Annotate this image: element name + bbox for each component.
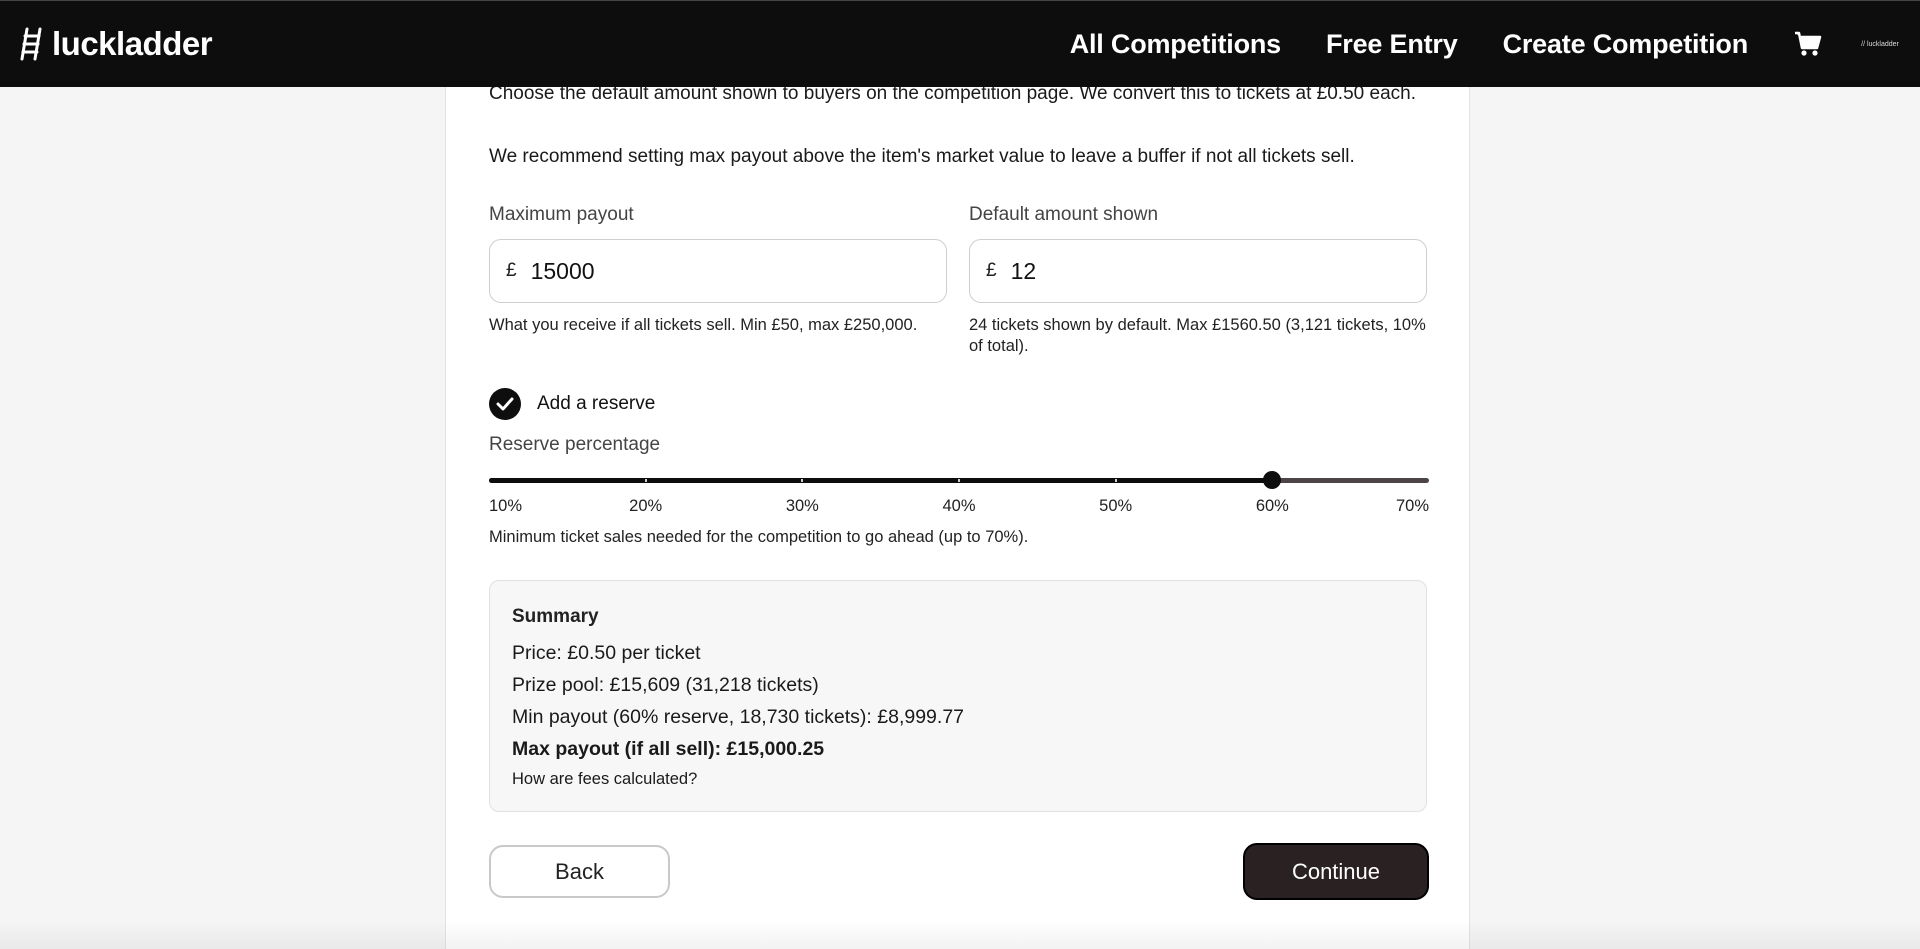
slider-tick bbox=[644, 479, 647, 482]
default-amount-help: 24 tickets shown by default. Max £1560.5… bbox=[969, 316, 1426, 355]
nav-create-competition[interactable]: Create Competition bbox=[1503, 29, 1749, 60]
max-payout-input[interactable] bbox=[530, 257, 891, 285]
summary-max-payout: Max payout (if all sell): £15,000.25 bbox=[512, 738, 825, 760]
nav-free-entry[interactable]: Free Entry bbox=[1326, 29, 1458, 60]
max-payout-field[interactable]: £ bbox=[489, 239, 947, 303]
slider-thumb[interactable] bbox=[1263, 471, 1282, 489]
summary-title: Summary bbox=[512, 606, 599, 627]
slider-tick bbox=[1114, 479, 1117, 482]
currency-symbol: £ bbox=[986, 260, 997, 281]
slider-tick-label: 50% bbox=[1099, 497, 1133, 515]
back-button[interactable]: Back bbox=[489, 845, 670, 898]
fees-link[interactable]: How are fees calculated? bbox=[512, 770, 697, 789]
reserve-checkbox[interactable]: Add a reserve bbox=[489, 388, 655, 420]
slider-tick-label: 20% bbox=[629, 497, 663, 515]
reserve-checkbox-label: Add a reserve bbox=[537, 393, 656, 414]
max-payout-help: What you receive if all tickets sell. Mi… bbox=[489, 316, 918, 334]
slider-tick bbox=[801, 479, 804, 482]
checkbox-checked-icon bbox=[489, 388, 521, 420]
cart-button[interactable] bbox=[1794, 31, 1822, 57]
slider-fill bbox=[489, 478, 1273, 483]
slider-tick-label: 70% bbox=[1395, 497, 1429, 515]
slider-tick-label: 60% bbox=[1255, 497, 1289, 515]
nav-links: All Competitions Free Entry Create Compe… bbox=[1025, 1, 1902, 87]
reserve-percentage-label: Reserve percentage bbox=[489, 434, 661, 455]
account-logo[interactable]: // luckladder bbox=[1858, 41, 1902, 48]
top-navbar: luckladder All Competitions Free Entry C… bbox=[0, 0, 1920, 87]
slider-tick-label: 40% bbox=[942, 497, 976, 515]
default-amount-field[interactable]: £ bbox=[969, 239, 1427, 303]
reserve-slider[interactable] bbox=[489, 470, 1429, 490]
summary-min-payout: Min payout (60% reserve, 18,730 tickets)… bbox=[512, 706, 965, 728]
default-amount-input[interactable] bbox=[1010, 257, 1371, 285]
bottom-shadow bbox=[0, 920, 1920, 949]
ladder-icon bbox=[20, 27, 42, 61]
brand-logo[interactable]: luckladder bbox=[18, 25, 213, 63]
continue-button[interactable]: Continue bbox=[1243, 843, 1429, 900]
summary-box: Summary Price: £0.50 per ticket Prize po… bbox=[489, 580, 1427, 812]
cart-icon bbox=[1795, 31, 1822, 56]
summary-prize-pool: Prize pool: £15,609 (31,218 tickets) bbox=[512, 674, 819, 696]
max-payout-label: Maximum payout bbox=[489, 204, 634, 225]
slider-tick bbox=[958, 479, 960, 482]
brand-name: luckladder bbox=[52, 25, 213, 62]
default-amount-label: Default amount shown bbox=[969, 204, 1159, 225]
recommendation-text: We recommend setting max payout above th… bbox=[489, 146, 1355, 167]
slider-tick-label: 30% bbox=[785, 497, 819, 515]
summary-price: Price: £0.50 per ticket bbox=[512, 642, 701, 664]
slider-tick-label: 10% bbox=[489, 497, 523, 515]
reserve-help: Minimum ticket sales needed for the comp… bbox=[489, 528, 1029, 546]
currency-symbol: £ bbox=[506, 260, 517, 281]
nav-all-competitions[interactable]: All Competitions bbox=[1070, 29, 1282, 60]
